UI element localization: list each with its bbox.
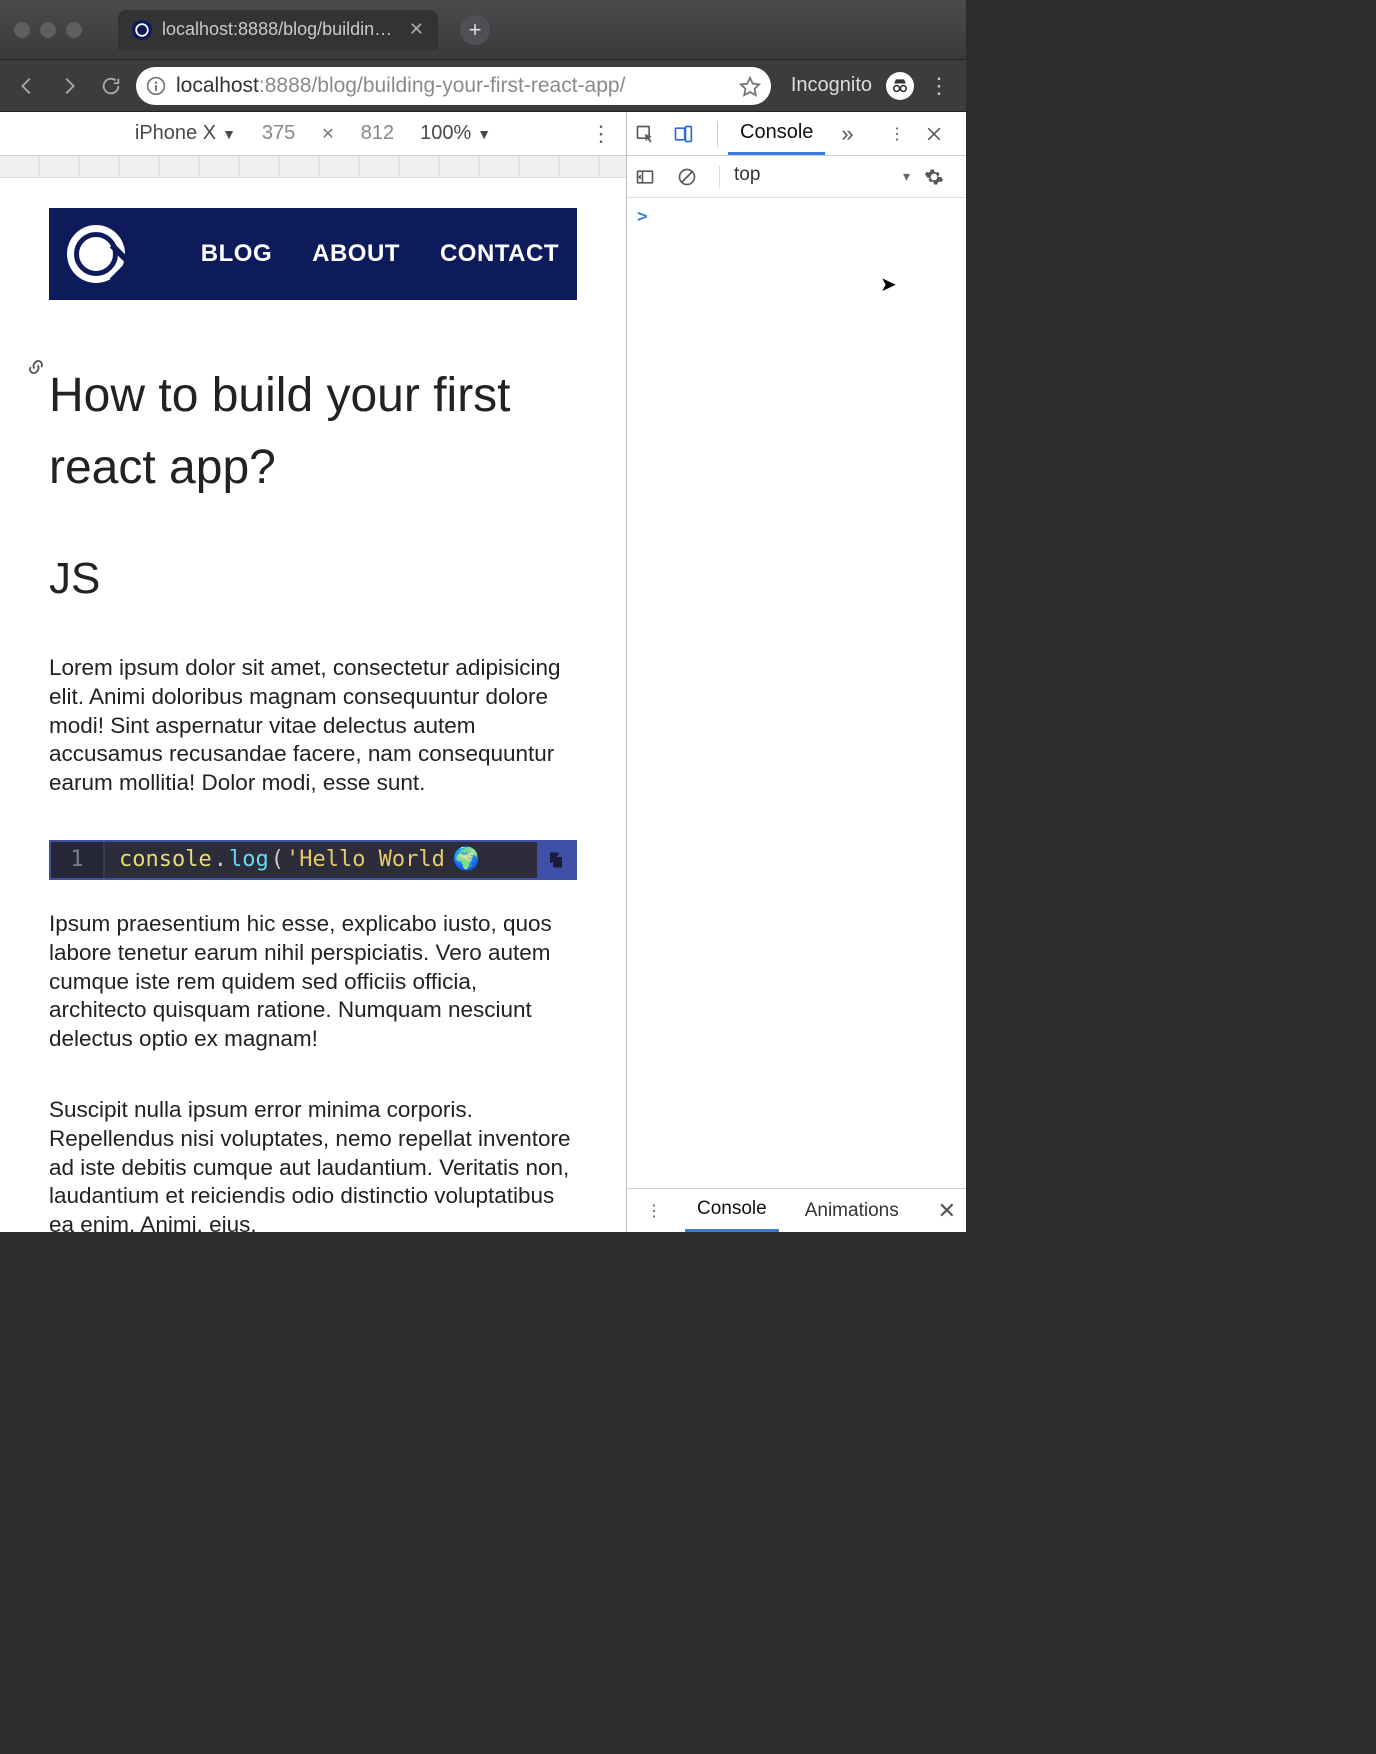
window-controls [14, 22, 82, 38]
device-name: iPhone X [135, 122, 216, 145]
devtools-drawer-tabs: ⋮ Console Animations ✕ [627, 1188, 966, 1232]
devtools-tab-bar: Console » ⋮ [627, 112, 966, 156]
console-toolbar: top ▾ [627, 156, 966, 198]
paragraph: Ipsum praesentium hic esse, explicabo iu… [49, 910, 577, 1054]
caret-down-icon: ▼ [477, 126, 491, 142]
url-path: :8888/blog/building-your-first-react-app… [259, 74, 626, 97]
nav-contact[interactable]: CONTACT [440, 240, 559, 268]
device-toolbar: iPhone X ▼ 375 ✕ 812 100% ▼ ⋮ [0, 112, 626, 156]
browser-tab-strip: localhost:8888/blog/building-y ✕ + [0, 0, 966, 60]
dimension-x-icon: ✕ [321, 124, 334, 144]
console-sidebar-toggle-icon[interactable] [635, 167, 669, 187]
code-line-number: 1 [51, 842, 105, 878]
tab-console[interactable]: Console [728, 112, 825, 155]
browser-menu-button[interactable]: ⋮ [922, 73, 956, 99]
paragraph: Lorem ipsum dolor sit amet, consectetur … [49, 654, 577, 798]
viewport-width[interactable]: 375 [262, 122, 295, 145]
article-content: How to build your first react app? JS Lo… [49, 300, 577, 1232]
device-frame: BLOG ABOUT CONTACT How to build your fir… [0, 178, 626, 1232]
code-token: . [214, 847, 227, 872]
code-line: console . log ( 'Hello World 🌍 [105, 847, 480, 872]
reload-button[interactable] [94, 69, 128, 103]
console-output[interactable]: > [627, 198, 966, 1188]
cursor-icon: ➤ [880, 272, 897, 297]
browser-toolbar: localhost:8888/blog/building-your-first-… [0, 60, 966, 112]
workspace: iPhone X ▼ 375 ✕ 812 100% ▼ ⋮ [0, 112, 966, 1232]
tab-overflow-button[interactable]: » [829, 112, 865, 155]
zoom-value: 100% [420, 122, 471, 145]
toggle-device-icon[interactable] [673, 124, 707, 144]
tab-title: localhost:8888/blog/building-y [162, 19, 399, 40]
execution-context-select[interactable]: top [728, 162, 895, 192]
console-prompt-icon: > [637, 206, 648, 227]
site-header: BLOG ABOUT CONTACT [49, 208, 577, 300]
devtools-close-button[interactable] [924, 124, 958, 144]
tab-close-icon[interactable]: ✕ [409, 19, 424, 40]
clear-console-icon[interactable] [677, 167, 711, 187]
device-select[interactable]: iPhone X ▼ [135, 122, 236, 145]
address-bar[interactable]: localhost:8888/blog/building-your-first-… [136, 67, 771, 105]
viewport-ruler [0, 156, 626, 178]
device-menu-button[interactable]: ⋮ [590, 121, 612, 147]
incognito-label: Incognito [791, 74, 872, 97]
code-token: 'Hello World [286, 847, 445, 872]
site-nav: BLOG ABOUT CONTACT [201, 240, 559, 268]
bookmark-star-icon[interactable] [739, 75, 761, 97]
console-settings-icon[interactable] [924, 167, 958, 187]
drawer-close-button[interactable]: ✕ [938, 1198, 956, 1224]
window-minimize-button[interactable] [40, 22, 56, 38]
code-token: log [229, 847, 269, 872]
viewport-height[interactable]: 812 [361, 122, 394, 145]
drawer-tab-animations[interactable]: Animations [793, 1189, 911, 1232]
section-heading: JS [49, 554, 577, 604]
viewport-pane: iPhone X ▼ 375 ✕ 812 100% ▼ ⋮ [0, 112, 627, 1232]
drawer-tab-console[interactable]: Console [685, 1189, 779, 1232]
incognito-icon [886, 72, 914, 100]
page-title: How to build your first react app? [49, 360, 577, 504]
window-close-button[interactable] [14, 22, 30, 38]
url-text: localhost:8888/blog/building-your-first-… [176, 74, 625, 98]
caret-down-icon: ▾ [903, 168, 910, 185]
code-token: console [119, 847, 212, 872]
paragraph: Suscipit nulla ipsum error minima corpor… [49, 1096, 577, 1232]
devtools-pane: Console » ⋮ top ▾ > [627, 112, 966, 1232]
browser-tab[interactable]: localhost:8888/blog/building-y ✕ [118, 10, 438, 50]
copy-code-button[interactable] [537, 842, 575, 878]
gatsby-favicon-icon [132, 20, 152, 40]
gatsby-logo-icon[interactable] [67, 225, 125, 283]
back-button[interactable] [10, 69, 44, 103]
devtools-menu-button[interactable]: ⋮ [880, 124, 914, 144]
link-anchor-icon [27, 358, 47, 378]
forward-button[interactable] [52, 69, 86, 103]
new-tab-button[interactable]: + [460, 15, 490, 45]
window-maximize-button[interactable] [66, 22, 82, 38]
nav-blog[interactable]: BLOG [201, 240, 272, 268]
inspect-element-icon[interactable] [635, 124, 669, 144]
url-host: localhost [176, 74, 259, 97]
site-info-icon[interactable] [146, 76, 166, 96]
globe-emoji-icon: 🌍 [453, 847, 480, 872]
zoom-select[interactable]: 100% ▼ [420, 122, 491, 145]
rendered-page: BLOG ABOUT CONTACT How to build your fir… [49, 208, 577, 1232]
nav-about[interactable]: ABOUT [312, 240, 400, 268]
drawer-menu-button[interactable]: ⋮ [637, 1201, 671, 1221]
code-block: 1 console . log ( 'Hello World 🌍 [49, 840, 577, 880]
code-token: ( [271, 847, 284, 872]
caret-down-icon: ▼ [222, 126, 236, 142]
